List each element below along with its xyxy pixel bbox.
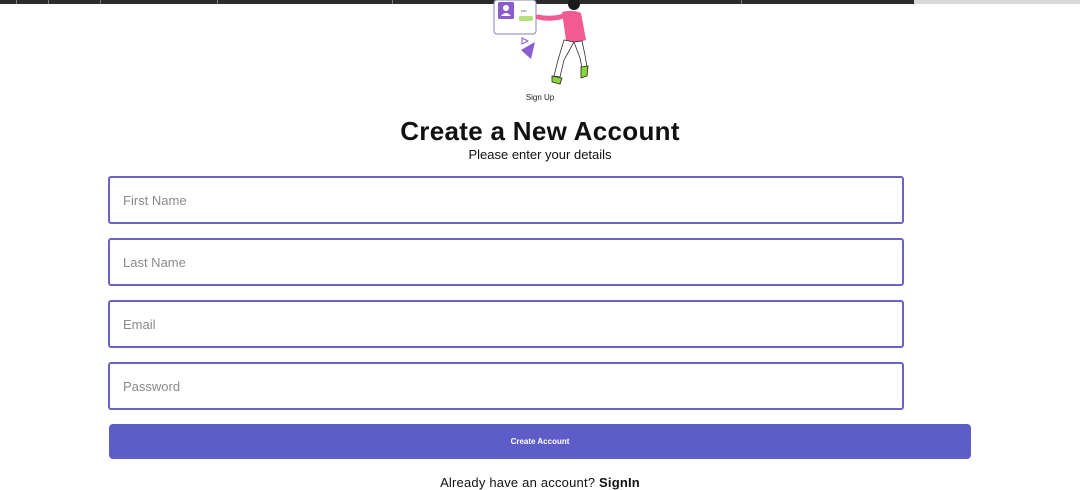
- shoe-left: [551, 75, 563, 85]
- strip-divider: [16, 0, 17, 4]
- triangle-shape-icon: [521, 42, 535, 59]
- card-badge-text: ••••: [521, 8, 527, 13]
- password-input[interactable]: [108, 362, 904, 410]
- signin-prompt: Already have an account? SignIn: [0, 475, 1080, 490]
- illustration-caption: Sign Up: [525, 93, 555, 102]
- play-triangle-icon: [521, 37, 530, 45]
- page-subtitle: Please enter your details: [468, 147, 612, 162]
- person-pants-right: [573, 40, 588, 69]
- strip-divider: [392, 0, 393, 4]
- card-green-chip: [519, 16, 533, 21]
- last-name-input[interactable]: [108, 238, 904, 286]
- signup-illustration: ••••: [493, 0, 589, 85]
- signin-prompt-text: Already have an account?: [440, 475, 596, 490]
- create-account-button[interactable]: Create Account: [109, 424, 971, 459]
- strip-divider: [48, 0, 49, 4]
- avatar-head-icon: [503, 5, 509, 11]
- email-input[interactable]: [108, 300, 904, 348]
- shoe-right: [580, 65, 589, 79]
- first-name-input[interactable]: [108, 176, 904, 224]
- page-title: Create a New Account: [400, 116, 680, 146]
- person-head: [568, 0, 580, 10]
- strip-divider: [741, 0, 742, 4]
- person-arm: [535, 13, 567, 21]
- signin-link[interactable]: SignIn: [599, 475, 640, 490]
- person-pants-left: [553, 39, 575, 78]
- strip-tail: [914, 0, 1080, 4]
- strip-divider: [100, 0, 101, 4]
- strip-divider: [217, 0, 218, 4]
